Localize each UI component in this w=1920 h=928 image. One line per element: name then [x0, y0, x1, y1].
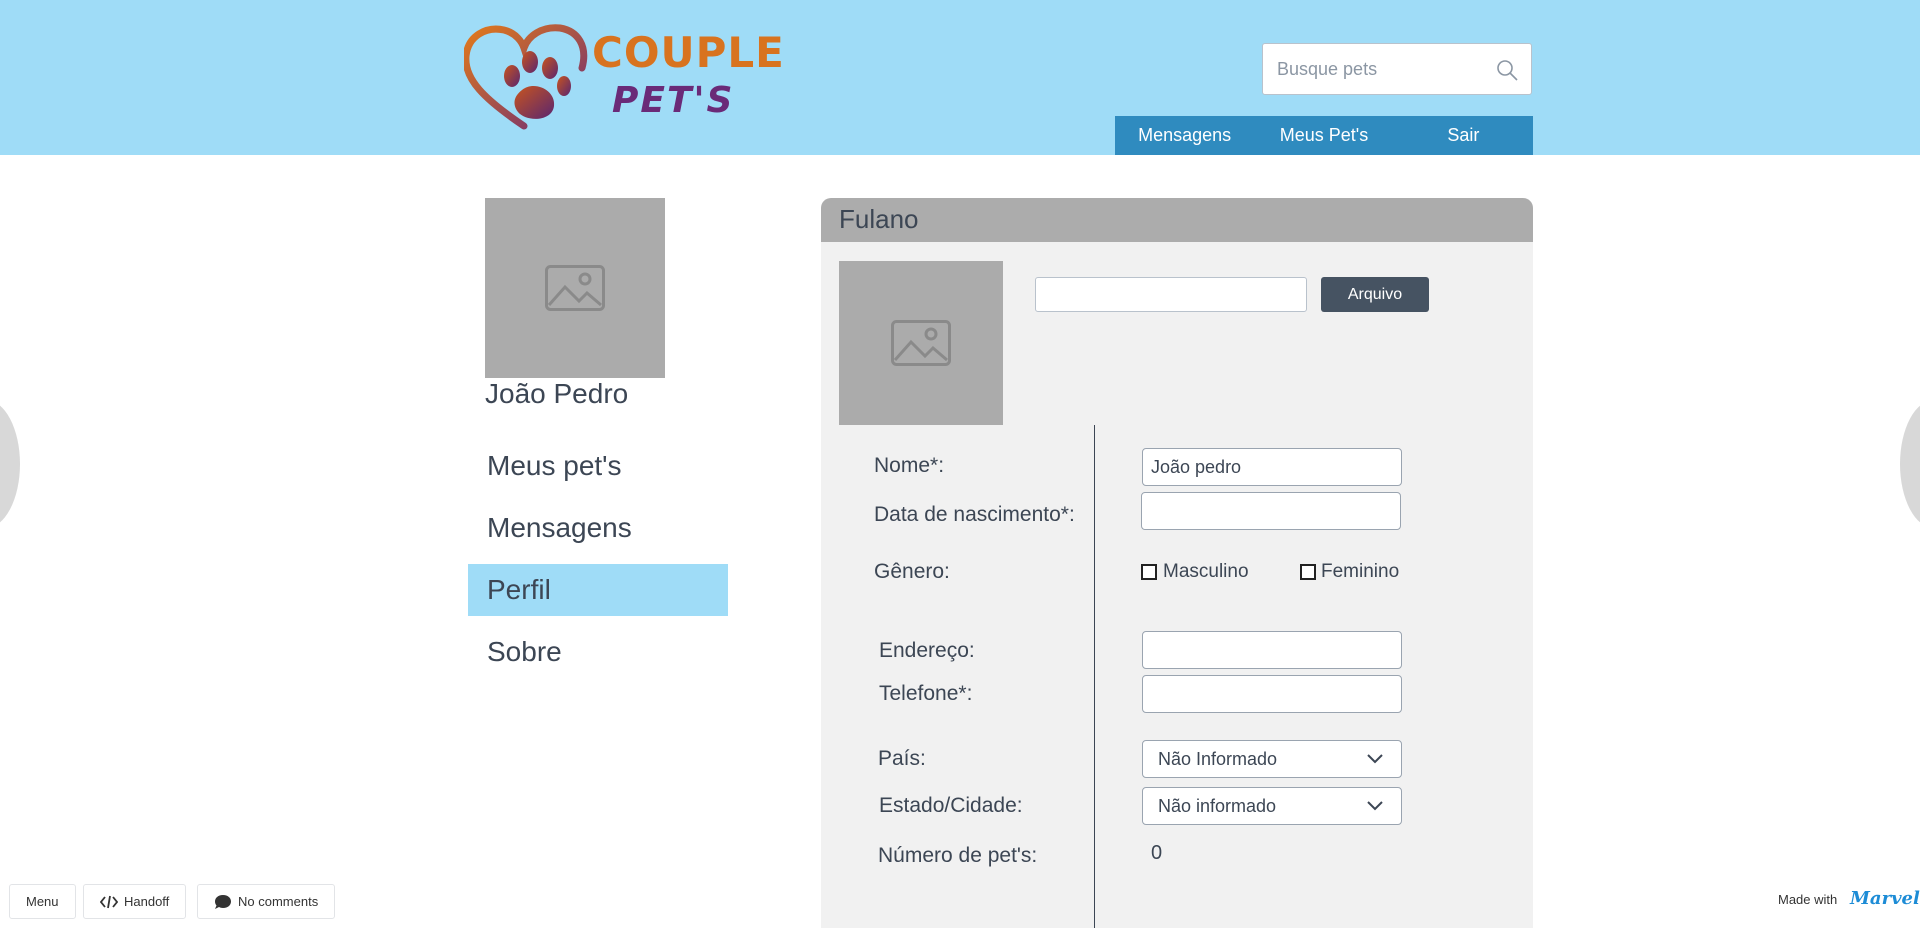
search-box[interactable] [1262, 43, 1532, 95]
chevron-down-icon [1367, 754, 1383, 764]
nome-label: Nome*: [874, 454, 945, 477]
search-icon[interactable] [1495, 58, 1519, 82]
nav-sair[interactable]: Sair [1394, 116, 1533, 155]
image-placeholder-icon [545, 265, 605, 311]
nav-mensagens[interactable]: Mensagens [1115, 116, 1254, 155]
feminino-checkbox[interactable] [1300, 564, 1316, 580]
nascimento-field[interactable] [1141, 492, 1401, 530]
nascimento-label: Data de nascimento*: [874, 503, 1075, 526]
profile-name: João Pedro [485, 378, 629, 409]
made-with-label: Made with [1778, 892, 1838, 907]
sidebar-item-mensagens[interactable]: Mensagens [468, 502, 728, 554]
viewer-menu-button[interactable]: Menu [9, 884, 76, 919]
upload-avatar-preview [839, 261, 1003, 425]
pais-label: País: [878, 747, 926, 770]
handoff-button[interactable]: Handoff [83, 884, 187, 919]
top-nav: Mensagens Meus Pet's Sair [1115, 116, 1533, 155]
panel-title: Fulano [839, 204, 919, 234]
pais-select[interactable]: Não Informado [1142, 740, 1402, 778]
profile-avatar [485, 198, 665, 378]
comments-button[interactable]: No comments [197, 884, 336, 919]
sidebar-item-meus-pets[interactable]: Meus pet's [468, 440, 728, 492]
endereco-field[interactable] [1142, 631, 1402, 669]
feminino-label: Feminino [1321, 561, 1400, 582]
search-input[interactable] [1277, 44, 1487, 94]
telefone-field[interactable] [1142, 675, 1402, 713]
header: COUPLE PET'S Mensagens Meus Pet's Sair [0, 0, 1920, 155]
masculino-checkbox[interactable] [1141, 564, 1157, 580]
nome-field[interactable]: João pedro [1142, 448, 1402, 486]
profile-form-panel: Arquivo Nome*: João pedro Data de nascim… [821, 242, 1533, 928]
handoff-label: Handoff [124, 894, 170, 909]
arquivo-button[interactable]: Arquivo [1321, 277, 1429, 312]
genero-label: Gênero: [874, 560, 950, 583]
file-path-input[interactable] [1035, 277, 1307, 312]
image-placeholder-icon [891, 320, 951, 366]
chevron-down-icon [1367, 801, 1383, 811]
comment-bubble-icon [215, 894, 231, 909]
estado-label: Estado/Cidade: [879, 794, 1023, 817]
sidebar-item-perfil[interactable]: Perfil [468, 564, 728, 616]
logo-text-pets: PET'S [612, 80, 735, 121]
estado-select[interactable]: Não informado [1142, 787, 1402, 825]
masculino-label: Masculino [1163, 561, 1249, 582]
pais-select-value: Não Informado [1158, 749, 1278, 769]
panel-header: Fulano [821, 198, 1533, 242]
code-icon [100, 895, 118, 908]
estado-select-value: Não informado [1158, 796, 1277, 816]
telefone-label: Telefone*: [879, 682, 973, 705]
prev-screen-arrow[interactable] [0, 400, 20, 528]
next-screen-arrow[interactable] [1900, 400, 1920, 528]
endereco-label: Endereço: [879, 639, 975, 662]
pets-count-value: 0 [1151, 842, 1163, 864]
sidebar-menu: Meus pet's Mensagens Perfil Sobre [468, 440, 728, 688]
form-divider [1094, 425, 1095, 928]
viewer-menu-label: Menu [26, 894, 59, 909]
comments-label: No comments [238, 894, 319, 909]
nav-meus-pets[interactable]: Meus Pet's [1254, 116, 1393, 155]
sidebar-item-sobre[interactable]: Sobre [468, 626, 728, 678]
pets-count-label: Número de pet's: [878, 844, 1038, 867]
marvel-logo[interactable]: Marvel [1850, 888, 1920, 909]
logo-text-couple: COUPLE [592, 28, 785, 77]
